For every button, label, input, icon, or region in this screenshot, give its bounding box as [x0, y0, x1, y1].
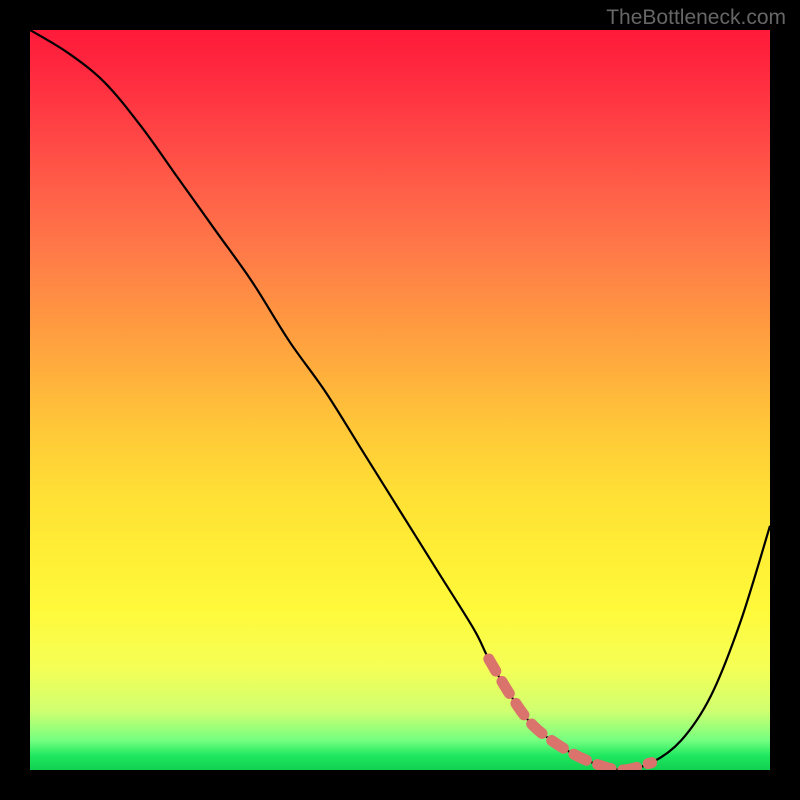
chart-svg	[30, 30, 770, 770]
chart-plot-area	[30, 30, 770, 770]
bottleneck-curve	[30, 30, 770, 770]
highlight-band	[489, 659, 652, 770]
watermark-text: TheBottleneck.com	[606, 6, 786, 30]
